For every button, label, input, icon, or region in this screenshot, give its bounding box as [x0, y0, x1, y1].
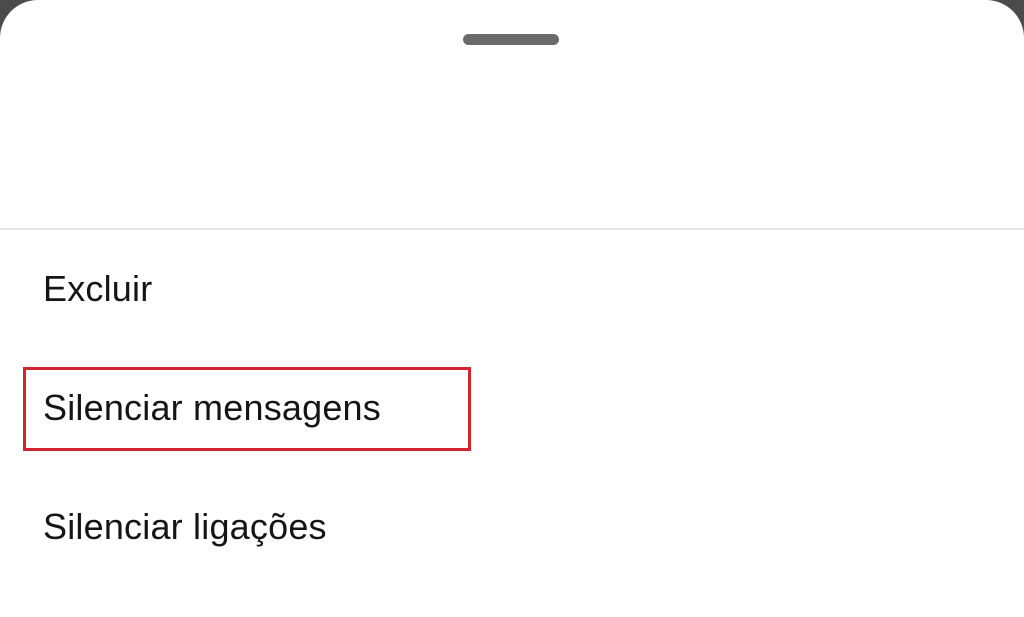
menu-item-label: Silenciar mensagens — [43, 387, 381, 428]
divider — [0, 228, 1024, 230]
drag-handle[interactable] — [463, 34, 559, 45]
menu-item-label: Excluir — [43, 268, 153, 309]
menu-item-mute-messages[interactable]: Silenciar mensagens — [0, 353, 1024, 463]
bottom-sheet: Excluir Silenciar mensagens Silenciar li… — [0, 0, 1024, 617]
menu-item-delete[interactable]: Excluir — [0, 234, 1024, 344]
menu-item-mute-calls[interactable]: Silenciar ligações — [0, 472, 1024, 582]
menu-item-label: Silenciar ligações — [43, 506, 327, 547]
